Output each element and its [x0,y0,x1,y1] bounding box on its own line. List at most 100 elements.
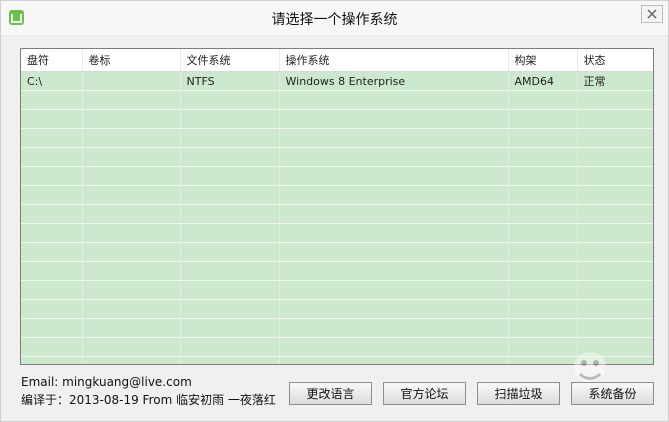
table-cell: 正常 [577,71,653,91]
table-cell [180,128,280,148]
table-cell [180,204,280,224]
table-row-empty[interactable] [21,147,653,167]
change-language-button[interactable]: 更改语言 [289,382,372,405]
table-cell [279,223,509,243]
table-cell [508,90,578,110]
table-cell [279,242,509,262]
table-cell [279,204,509,224]
column-architecture[interactable]: 构架 [508,49,578,72]
os-list-panel[interactable]: 盘符 卷标 文件系统 操作系统 构架 状态 C:\ NTFS Windows 8 E… [20,48,654,365]
table-cell [180,166,280,186]
table-row-empty[interactable] [21,261,653,281]
table-row-empty[interactable] [21,318,653,338]
table-cell [577,204,653,224]
table-cell [21,356,83,364]
table-row-empty[interactable] [21,204,653,224]
table-cell [21,166,83,186]
column-status[interactable]: 状态 [577,49,653,72]
official-forum-button[interactable]: 官方论坛 [383,382,466,405]
table-cell [577,185,653,205]
table-cell [508,147,578,167]
table-row-empty[interactable] [21,280,653,300]
table-cell [577,223,653,243]
table-cell [577,299,653,319]
table-cell [508,128,578,148]
column-file-system[interactable]: 文件系统 [180,49,280,72]
table-cell [279,318,509,338]
table-row-empty[interactable] [21,109,653,129]
column-drive[interactable]: 盘符 [21,49,83,72]
table-row-c-drive[interactable]: C:\ NTFS Windows 8 Enterprise AMD64 正常 [21,71,653,91]
table-cell [82,166,181,186]
table-row-empty[interactable] [21,128,653,148]
table-row-empty[interactable] [21,356,653,364]
table-cell [82,242,181,262]
table-row-empty[interactable] [21,166,653,186]
table-cell [279,356,509,364]
table-row-empty[interactable] [21,299,653,319]
title-bar: 请选择一个操作系统 [1,1,668,36]
table-cell [180,147,280,167]
table-cell [82,299,181,319]
column-volume-label[interactable]: 卷标 [82,49,181,72]
column-operating-system[interactable]: 操作系统 [279,49,509,72]
table-cell [21,280,83,300]
table-cell [508,280,578,300]
table-cell [577,109,653,129]
table-cell [82,147,181,167]
table-cell [82,128,181,148]
compile-info: 编译于：2013-08-19 From 临安初雨 一夜落红 [21,393,276,407]
table-cell [180,261,280,281]
close-button[interactable] [641,5,663,23]
table-cell [21,128,83,148]
table-cell [577,90,653,110]
table-cell [180,280,280,300]
table-cell: Windows 8 Enterprise [279,71,509,91]
table-cell [279,109,509,129]
table-row-empty[interactable] [21,90,653,110]
window-title: 请选择一个操作系统 [271,12,398,28]
watermark-logo [574,352,606,382]
table-cell [82,109,181,129]
table-cell [180,242,280,262]
scan-junk-button[interactable]: 扫描垃圾 [477,382,560,405]
table-cell [577,318,653,338]
table-row-empty[interactable] [21,337,653,357]
os-table[interactable]: 盘符 卷标 文件系统 操作系统 构架 状态 C:\ NTFS Windows 8 E… [21,49,653,364]
os-select-dialog: 请选择一个操作系统 盘符 卷标 文件系统 操作系统 构架 状态 C:\ NTFS W… [0,0,669,422]
table-cell [82,204,181,224]
table-cell [21,204,83,224]
table-cell [279,280,509,300]
table-cell [82,261,181,281]
table-cell [279,337,509,357]
table-cell [577,166,653,186]
table-cell [508,242,578,262]
table-header-row: 盘符 卷标 文件系统 操作系统 构架 状态 [21,49,653,72]
table-cell [279,299,509,319]
table-row-empty[interactable] [21,242,653,262]
table-row-empty[interactable] [21,223,653,243]
table-cell [82,356,181,364]
table-cell [180,90,280,110]
table-cell [279,147,509,167]
table-cell [577,242,653,262]
table-cell [279,261,509,281]
table-cell [577,128,653,148]
table-cell [21,318,83,338]
table-cell [508,299,578,319]
table-cell [21,299,83,319]
table-row-empty[interactable] [21,185,653,205]
table-cell [82,90,181,110]
table-cell [21,261,83,281]
table-cell [508,204,578,224]
table-cell [279,166,509,186]
table-cell [577,261,653,281]
email-text: Email: mingkuang@live.com [21,375,192,389]
table-cell [279,128,509,148]
table-cell [279,185,509,205]
table-cell [21,337,83,357]
table-cell [508,185,578,205]
table-cell [180,109,280,129]
table-cell [21,242,83,262]
table-cell [21,90,83,110]
